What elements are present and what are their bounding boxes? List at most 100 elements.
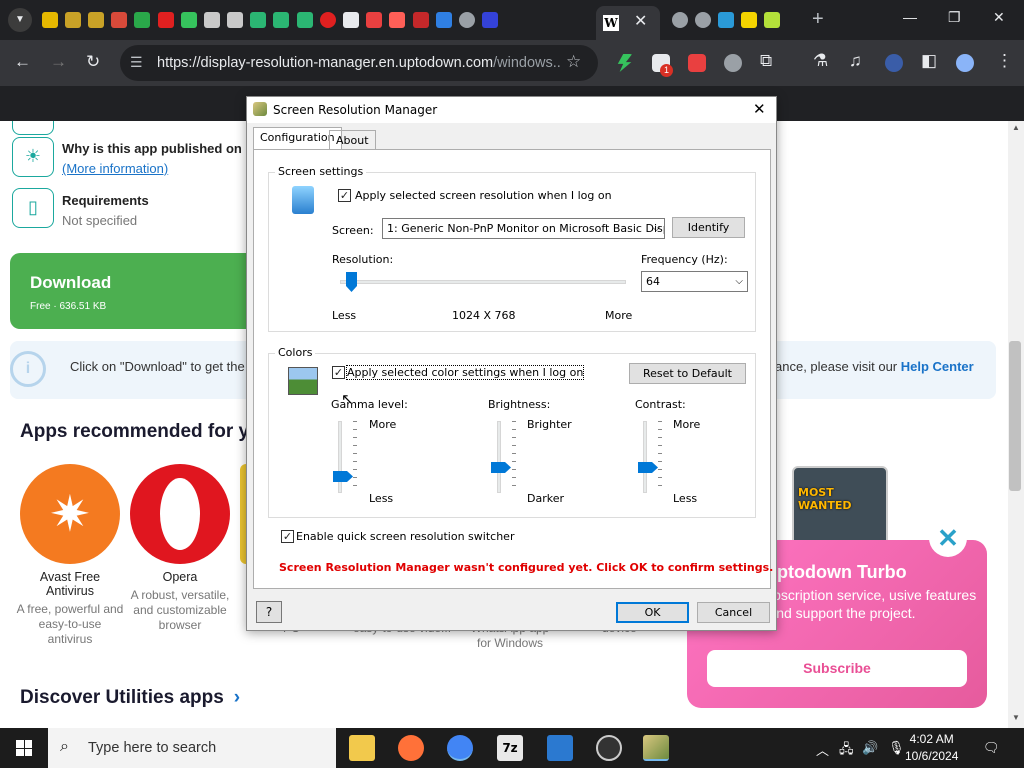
tab-favicon[interactable]: [111, 12, 128, 28]
apply-colors-checkbox[interactable]: ✓: [332, 366, 345, 379]
url-text[interactable]: https://display-resolution-manager.en.up…: [157, 55, 561, 71]
resolution-slider-track[interactable]: [340, 280, 626, 284]
windows-start-icon[interactable]: [16, 740, 32, 756]
window-minimize-button[interactable]: —: [903, 9, 917, 25]
tab-about[interactable]: About: [329, 130, 376, 149]
scroll-down-icon[interactable]: ▼: [1012, 713, 1020, 722]
quick-switcher-checkbox[interactable]: ✓: [281, 530, 294, 543]
extensions-puzzle-icon[interactable]: ⧉: [760, 51, 772, 71]
tab-active[interactable]: W ✕: [596, 6, 660, 40]
window-restore-button[interactable]: ❐: [948, 9, 961, 26]
app-card-opera[interactable]: Opera A robust, versatile, and customiza…: [125, 464, 235, 633]
tab-close-icon[interactable]: ✕: [634, 11, 647, 31]
download-button[interactable]: Download Free · 636.51 KB: [10, 253, 270, 329]
tab-favicon[interactable]: [134, 12, 151, 28]
tab-favicon[interactable]: [203, 12, 220, 28]
tab-favicon[interactable]: [741, 12, 758, 28]
gamma-slider-track[interactable]: [338, 421, 342, 493]
tab-favicon[interactable]: [180, 12, 197, 28]
tab-favicon[interactable]: [227, 12, 244, 28]
firefox-icon[interactable]: [398, 735, 424, 761]
labs-flask-icon[interactable]: ⚗: [813, 51, 828, 71]
tab-favicon[interactable]: [319, 12, 336, 28]
help-center-link[interactable]: Help Center: [901, 359, 974, 374]
identify-button[interactable]: Identify: [672, 217, 745, 238]
tab-favicon[interactable]: [458, 12, 475, 28]
tab-favicon[interactable]: [389, 12, 406, 28]
screen-resolution-manager-taskbar-icon[interactable]: [643, 735, 669, 761]
cancel-button[interactable]: Cancel: [697, 602, 770, 623]
tab-favicon[interactable]: [41, 12, 58, 28]
extension-arrow-icon[interactable]: [724, 54, 742, 72]
page-scrollbar[interactable]: ▲ ▼: [1008, 121, 1024, 728]
chrome-icon[interactable]: [447, 735, 473, 761]
microphone-icon[interactable]: 🎙: [888, 740, 905, 756]
brightness-slider-track[interactable]: [497, 421, 501, 493]
gamma-less-label: Less: [369, 492, 394, 505]
volume-icon[interactable]: 🔊: [862, 740, 878, 756]
tab-favicon[interactable]: [717, 12, 734, 28]
tab-favicon[interactable]: [64, 12, 81, 28]
app-card-avast[interactable]: ✷ Avast Free Antivirus A free, powerful …: [15, 464, 125, 647]
site-settings-icon[interactable]: ☰: [130, 54, 143, 71]
tab-favicon[interactable]: [273, 12, 290, 28]
tray-chevron-icon[interactable]: ︿: [816, 740, 829, 759]
contrast-slider-track[interactable]: [643, 421, 647, 493]
reset-to-default-button[interactable]: Reset to Default: [629, 363, 746, 384]
screen-select[interactable]: 1: Generic Non-PnP Monitor on Microsoft …: [382, 218, 665, 239]
tab-favicon[interactable]: [482, 12, 499, 28]
bookmark-star-icon[interactable]: ☆: [566, 52, 581, 72]
tab-favicon[interactable]: [366, 12, 383, 28]
extension-globe-icon[interactable]: [885, 54, 903, 72]
taskbar-search-box[interactable]: ⌕ Type here to search: [48, 728, 336, 768]
help-button[interactable]: ?: [256, 601, 282, 623]
reload-icon[interactable]: ↻: [86, 52, 100, 72]
clock-time: 4:02 AM: [909, 732, 954, 746]
tab-favicon[interactable]: [296, 12, 313, 28]
new-tab-button[interactable]: +: [812, 8, 824, 31]
tab-favicon[interactable]: [435, 12, 452, 28]
tab-search-chevron-icon[interactable]: ▼: [8, 8, 32, 32]
forward-arrow-icon[interactable]: →: [50, 52, 67, 72]
app-card-need-for-speed[interactable]: MOST WANTED: [792, 466, 888, 546]
profile-avatar-icon[interactable]: [956, 54, 974, 72]
frequency-select[interactable]: 64 ⌵: [641, 271, 748, 292]
file-explorer-icon[interactable]: [349, 735, 375, 761]
tab-favicon[interactable]: [343, 12, 360, 28]
tab-favicon[interactable]: [87, 12, 104, 28]
dialog-close-icon[interactable]: ✕: [753, 100, 766, 118]
media-queue-icon[interactable]: ♫: [849, 51, 862, 71]
tab-favicon[interactable]: [671, 12, 688, 28]
dialog-title: Screen Resolution Manager: [273, 103, 438, 117]
window-close-button[interactable]: ✕: [993, 9, 1005, 26]
browser-menu-icon[interactable]: ⋮: [996, 51, 1013, 71]
avast-logo-icon: ✷: [20, 464, 120, 564]
tab-favicon[interactable]: [694, 12, 711, 28]
app-gauge-icon[interactable]: [596, 735, 622, 761]
dialog-titlebar[interactable]: Screen Resolution Manager ✕: [247, 97, 776, 123]
subscribe-button[interactable]: Subscribe: [707, 650, 967, 687]
apply-resolution-checkbox[interactable]: ✓: [338, 189, 351, 202]
tab-favicon[interactable]: [412, 12, 429, 28]
address-bar[interactable]: ☰ https://display-resolution-manager.en.…: [120, 45, 598, 81]
7zip-icon[interactable]: 7z: [497, 735, 523, 761]
section-title-utilities[interactable]: Discover Utilities apps ›: [20, 687, 240, 709]
tab-favicon[interactable]: [157, 12, 174, 28]
more-information-link[interactable]: (More information): [62, 161, 168, 176]
taskbar-clock[interactable]: 4:02 AM 10/6/2024: [905, 731, 958, 765]
ok-button[interactable]: OK: [616, 602, 689, 623]
side-panel-icon[interactable]: ◧: [921, 51, 937, 71]
back-arrow-icon[interactable]: ←: [14, 52, 31, 72]
resolution-label: Resolution:: [332, 253, 394, 266]
extension-bolt-icon[interactable]: [617, 54, 633, 72]
tab-favicon[interactable]: [250, 12, 267, 28]
scroll-up-icon[interactable]: ▲: [1012, 123, 1020, 132]
scroll-thumb[interactable]: [1009, 341, 1021, 491]
tab-favicon[interactable]: [764, 12, 781, 28]
notifications-icon[interactable]: 🗨: [983, 740, 1000, 756]
promo-close-icon[interactable]: ✕: [929, 519, 967, 557]
network-icon[interactable]: 🖧: [839, 740, 854, 762]
app-window-icon[interactable]: [547, 735, 573, 761]
extension-media-icon[interactable]: [688, 54, 706, 72]
contrast-ticks: [658, 421, 662, 493]
